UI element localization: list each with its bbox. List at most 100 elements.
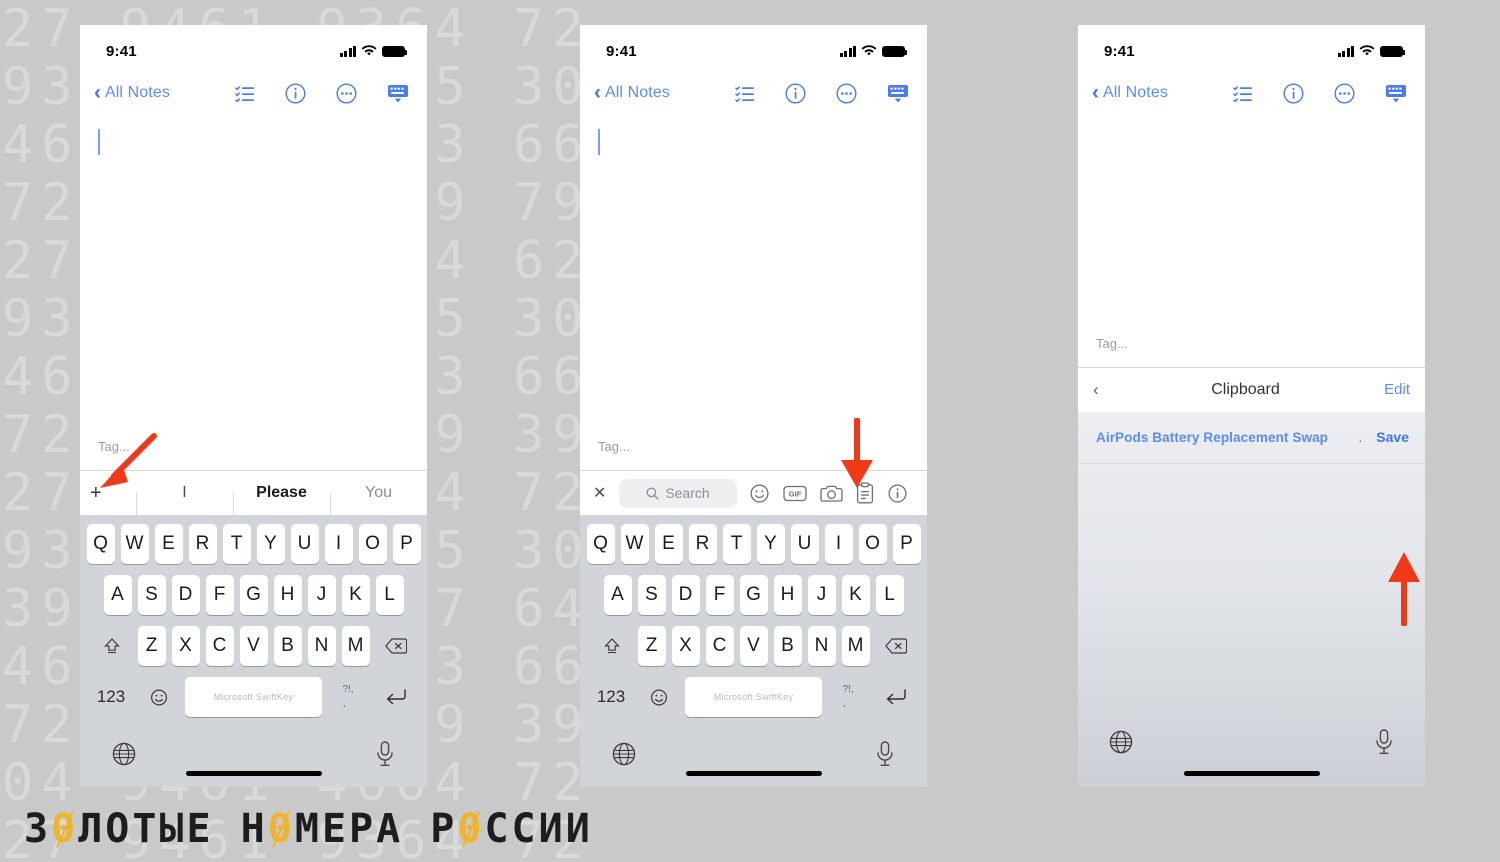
checklist-icon[interactable]	[735, 85, 755, 102]
plus-suggestion-button[interactable]: +	[80, 482, 136, 505]
key-h[interactable]: H	[273, 575, 302, 615]
key-q[interactable]: Q	[586, 524, 615, 564]
chevron-left-icon[interactable]: ‹	[1093, 380, 1123, 400]
shift-icon[interactable]	[92, 626, 132, 666]
keyboard-dismiss-icon[interactable]	[387, 84, 409, 103]
space-key[interactable]: Microsoft SwiftKey	[685, 677, 822, 717]
key-y[interactable]: Y	[256, 524, 285, 564]
return-icon[interactable]	[374, 677, 418, 717]
numeric-key[interactable]: 123	[589, 677, 633, 717]
key-s[interactable]: S	[137, 575, 166, 615]
key-l[interactable]: L	[875, 575, 904, 615]
key-h[interactable]: H	[773, 575, 802, 615]
back-to-all-notes-button[interactable]: ‹ All Notes	[94, 82, 170, 103]
key-p[interactable]: P	[392, 524, 421, 564]
key-g[interactable]: G	[239, 575, 268, 615]
key-w[interactable]: W	[120, 524, 149, 564]
key-i[interactable]: I	[824, 524, 853, 564]
camera-icon[interactable]	[820, 484, 843, 503]
key-t[interactable]: T	[722, 524, 751, 564]
keyboard-dismiss-icon[interactable]	[887, 84, 909, 103]
key-j[interactable]: J	[807, 575, 836, 615]
checklist-icon[interactable]	[1233, 85, 1253, 102]
key-c[interactable]: C	[205, 626, 234, 666]
key-s[interactable]: S	[637, 575, 666, 615]
note-editor-body[interactable]: Tag...	[580, 115, 927, 470]
key-b[interactable]: B	[773, 626, 802, 666]
tag-placeholder[interactable]: Tag...	[98, 439, 130, 454]
emoji-icon[interactable]	[749, 483, 770, 504]
punctuation-key[interactable]: ?!,.	[326, 677, 370, 717]
info-circle-icon[interactable]	[887, 483, 908, 504]
space-key[interactable]: Microsoft SwiftKey	[185, 677, 322, 717]
tag-placeholder[interactable]: Tag...	[598, 439, 630, 454]
globe-icon[interactable]	[111, 741, 137, 772]
key-c[interactable]: C	[705, 626, 734, 666]
key-i[interactable]: I	[324, 524, 353, 564]
globe-icon[interactable]	[1108, 729, 1134, 760]
suggestion-word-3[interactable]: You	[330, 484, 427, 519]
keyboard-dismiss-icon[interactable]	[1385, 84, 1407, 103]
key-k[interactable]: K	[841, 575, 870, 615]
info-circle-icon[interactable]	[785, 82, 806, 104]
checklist-icon[interactable]	[235, 85, 255, 102]
key-f[interactable]: F	[705, 575, 734, 615]
edit-button[interactable]: Edit	[1368, 381, 1410, 398]
key-r[interactable]: R	[688, 524, 717, 564]
key-n[interactable]: N	[307, 626, 336, 666]
key-f[interactable]: F	[205, 575, 234, 615]
microphone-icon[interactable]	[874, 740, 896, 773]
key-g[interactable]: G	[739, 575, 768, 615]
key-e[interactable]: E	[654, 524, 683, 564]
gif-icon[interactable]: GIF	[783, 484, 807, 503]
close-icon[interactable]: ✕	[593, 483, 619, 503]
key-q[interactable]: Q	[86, 524, 115, 564]
note-editor-body[interactable]: Tag...	[1078, 115, 1425, 367]
shift-icon[interactable]	[592, 626, 632, 666]
backspace-icon[interactable]	[876, 626, 916, 666]
numeric-key[interactable]: 123	[89, 677, 133, 717]
key-u[interactable]: U	[290, 524, 319, 564]
suggestion-word-1[interactable]: I	[136, 484, 233, 519]
backspace-icon[interactable]	[376, 626, 416, 666]
key-w[interactable]: W	[620, 524, 649, 564]
suggestion-word-2[interactable]: Please	[233, 484, 330, 519]
key-u[interactable]: U	[790, 524, 819, 564]
microphone-icon[interactable]	[374, 740, 396, 773]
key-a[interactable]: A	[103, 575, 132, 615]
info-circle-icon[interactable]	[1283, 82, 1304, 104]
key-n[interactable]: N	[807, 626, 836, 666]
more-circle-icon[interactable]	[836, 82, 857, 104]
key-o[interactable]: O	[358, 524, 387, 564]
key-z[interactable]: Z	[137, 626, 166, 666]
key-x[interactable]: X	[671, 626, 700, 666]
key-t[interactable]: T	[222, 524, 251, 564]
key-v[interactable]: V	[739, 626, 768, 666]
search-input[interactable]: Search	[619, 478, 737, 508]
key-d[interactable]: D	[671, 575, 700, 615]
key-a[interactable]: A	[603, 575, 632, 615]
clipboard-icon[interactable]	[856, 482, 874, 504]
key-e[interactable]: E	[154, 524, 183, 564]
key-y[interactable]: Y	[756, 524, 785, 564]
key-b[interactable]: B	[273, 626, 302, 666]
note-editor-body[interactable]: Tag...	[80, 115, 427, 470]
key-o[interactable]: O	[858, 524, 887, 564]
key-x[interactable]: X	[171, 626, 200, 666]
key-k[interactable]: K	[341, 575, 370, 615]
clipboard-item[interactable]: AirPods Battery Replacement Swap . Save	[1078, 412, 1425, 464]
key-p[interactable]: P	[892, 524, 921, 564]
key-v[interactable]: V	[239, 626, 268, 666]
info-circle-icon[interactable]	[285, 82, 306, 104]
more-circle-icon[interactable]	[336, 82, 357, 104]
key-m[interactable]: M	[841, 626, 870, 666]
microphone-icon[interactable]	[1373, 728, 1395, 761]
key-j[interactable]: J	[307, 575, 336, 615]
back-to-all-notes-button[interactable]: ‹ All Notes	[594, 82, 670, 103]
key-l[interactable]: L	[375, 575, 404, 615]
punctuation-key[interactable]: ?!,.	[826, 677, 870, 717]
key-z[interactable]: Z	[637, 626, 666, 666]
tag-placeholder[interactable]: Tag...	[1096, 336, 1128, 351]
emoji-icon[interactable]	[137, 677, 181, 717]
emoji-icon[interactable]	[637, 677, 681, 717]
